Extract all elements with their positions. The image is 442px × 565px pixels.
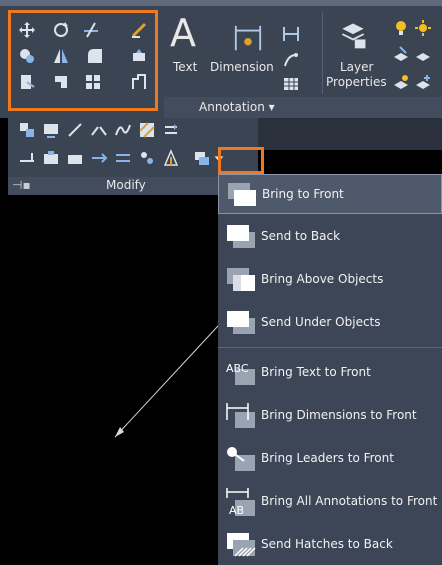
menu-separator: [218, 347, 442, 348]
join-icon[interactable]: [16, 148, 38, 168]
menu-item-bring-leaders-to-front[interactable]: Bring Leaders to Front: [218, 439, 442, 479]
dimension-icon[interactable]: [232, 22, 264, 54]
layer-freeze-icon[interactable]: [412, 72, 434, 92]
overkill-icon[interactable]: [136, 148, 158, 168]
ribbon-divider: [322, 12, 323, 94]
canvas-line[interactable]: [114, 325, 218, 438]
lengthen-icon[interactable]: [64, 120, 86, 140]
menu-item-label: Bring Above Objects: [261, 272, 384, 286]
draw-order-menu: Bring to Front Send to Back Bring Above …: [218, 174, 442, 565]
draw-order-button-highlight: [218, 147, 264, 174]
sun-icon[interactable]: [412, 18, 434, 38]
layer-label-line1[interactable]: Layer: [340, 60, 373, 74]
layer-isolate-icon[interactable]: [412, 44, 434, 64]
ribbon-dark-strip: [258, 118, 442, 150]
send-hatches-to-back-icon: [227, 533, 256, 557]
bring-to-front-icon: [228, 183, 256, 206]
menu-item-label: Bring Leaders to Front: [261, 451, 394, 465]
bring-above-objects-icon: [227, 268, 255, 291]
abc-glyph: ABC: [226, 362, 249, 375]
send-to-back-icon: [227, 225, 255, 248]
annotation-panel-title[interactable]: Annotation ▾: [164, 97, 442, 118]
canvas-drawing: [114, 325, 218, 438]
menu-item-label: Send Hatches to Back: [261, 537, 393, 551]
pin-icon[interactable]: ⊣▪: [12, 178, 31, 192]
menu-item-label: Bring Text to Front: [261, 365, 371, 379]
menu-item-label: Bring to Front: [262, 187, 344, 201]
table-icon[interactable]: [280, 74, 302, 94]
bring-leaders-to-front-icon: [227, 447, 255, 471]
menu-item-label: Bring Dimensions to Front: [261, 408, 417, 422]
blend-icon[interactable]: [64, 148, 86, 168]
menu-item-bring-dimensions-to-front[interactable]: Bring Dimensions to Front: [218, 396, 442, 436]
text-tool-label[interactable]: Text: [173, 60, 197, 74]
menu-item-label: Send Under Objects: [261, 315, 381, 329]
change-space-icon[interactable]: [16, 120, 38, 140]
annotation-panel-label[interactable]: Annotation ▾: [199, 100, 275, 114]
menu-item-send-to-back[interactable]: Send to Back: [218, 217, 442, 257]
align-icon[interactable]: [40, 120, 62, 140]
edit-spline-icon[interactable]: [112, 120, 134, 140]
menu-item-send-hatches-to-back[interactable]: Send Hatches to Back: [218, 525, 442, 565]
menu-item-label: Bring All Annotations to Front: [261, 494, 438, 508]
bring-annotations-to-front-icon: AB: [226, 488, 255, 517]
break-icon[interactable]: [88, 120, 110, 140]
modify-tools-highlight: [8, 10, 158, 111]
menu-item-label: Send to Back: [261, 229, 341, 243]
bring-dimensions-to-front-icon: [226, 403, 255, 428]
edit-hatch-icon[interactable]: [136, 120, 158, 140]
layer-off-icon[interactable]: [390, 72, 412, 92]
ribbon: A Text Dimension Layer Properties Annota…: [0, 0, 442, 118]
leader-icon[interactable]: [280, 50, 302, 70]
text-tool-glyph[interactable]: A: [170, 14, 196, 52]
menu-item-bring-all-annotations-to-front[interactable]: AB Bring All Annotations to Front: [218, 482, 442, 522]
bring-text-to-front-icon: ABC: [226, 362, 255, 385]
menu-item-bring-text-to-front[interactable]: ABC Bring Text to Front: [218, 353, 442, 393]
layer-properties-icon[interactable]: [335, 18, 371, 52]
layer-label-line2[interactable]: Properties: [326, 75, 387, 89]
reverse-icon[interactable]: [160, 120, 182, 140]
menu-item-send-under-objects[interactable]: Send Under Objects: [218, 303, 442, 343]
menu-item-bring-above-objects[interactable]: Bring Above Objects: [218, 260, 442, 300]
dimension-tool-label[interactable]: Dimension: [210, 60, 274, 74]
extend-icon[interactable]: [88, 148, 110, 168]
menu-item-bring-to-front[interactable]: Bring to Front: [218, 174, 442, 214]
chamfer-icon[interactable]: [40, 148, 62, 168]
text-align-icon[interactable]: [160, 148, 182, 168]
linear-dimension-icon[interactable]: [280, 24, 302, 44]
ab-glyph: AB: [229, 504, 244, 517]
modify-panel-label: Modify: [106, 178, 146, 192]
draw-order-icon[interactable]: [191, 149, 213, 169]
light-bulb-icon[interactable]: [390, 18, 412, 38]
send-under-objects-icon: [227, 311, 255, 334]
ribbon-top-strip: [0, 0, 442, 6]
swap-icon[interactable]: [112, 148, 134, 168]
layer-match-icon[interactable]: [390, 44, 412, 64]
